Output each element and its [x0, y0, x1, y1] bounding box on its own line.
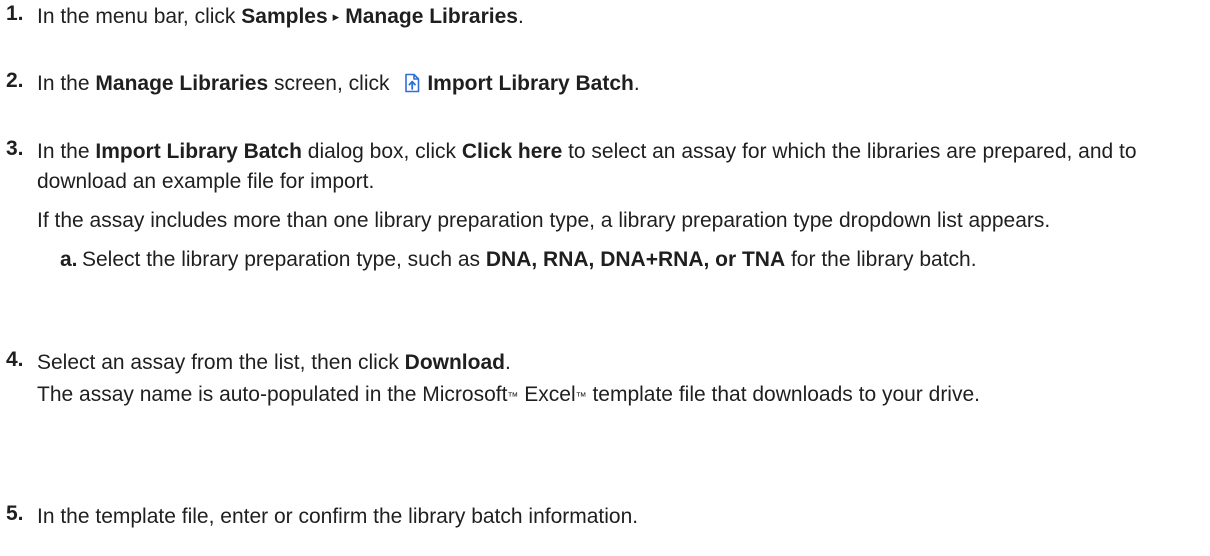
step-text: In the menu bar, click Samples ▸ Manage Li…: [37, 2, 1200, 32]
substep-text-2: for the library batch.: [785, 248, 977, 271]
step-text: Select an assay from the list, then clic…: [37, 348, 1200, 412]
step-3-text-2: dialog box, click: [301, 140, 462, 163]
import-library-batch-label: Import Library Batch: [427, 72, 634, 95]
substep-letter: a.: [60, 248, 78, 271]
step-5: 5. In the template file, enter or confir…: [0, 502, 1200, 532]
step-1-text: In the menu bar, click: [37, 5, 242, 28]
import-file-icon: [401, 72, 423, 94]
manage-libraries-screen-label: Manage Libraries: [95, 72, 269, 95]
step-number: 2.: [6, 69, 24, 92]
step-text: In the Manage Libraries screen, click Im…: [37, 69, 1200, 99]
step-4: 4. Select an assay from the list, then c…: [0, 348, 1200, 412]
step-2-text-2: screen, click: [268, 72, 396, 95]
step-2: 2. In the Manage Libraries screen, click…: [0, 69, 1200, 99]
step-1-period: .: [517, 5, 524, 28]
step-text: In the template file, enter or confirm t…: [37, 502, 1200, 532]
step-number: 1.: [6, 2, 24, 25]
step-number: 3.: [6, 137, 24, 160]
step-3-text: In the: [37, 140, 96, 163]
step-4-note: The assay name is auto-populated in the …: [37, 380, 1200, 412]
substep-text: Select the library preparation type, suc…: [82, 248, 486, 271]
step-number: 4.: [6, 348, 24, 371]
prep-types-label: DNA, RNA, DNA+RNA, or TNA: [485, 248, 786, 271]
step-3-note: If the assay includes more than one libr…: [37, 209, 1051, 232]
step-4-period: .: [504, 351, 511, 374]
note-text-3: template file that downloads to your dri…: [586, 383, 980, 406]
step-number: 5.: [6, 502, 24, 525]
step-text: In the Import Library Batch dialog box, …: [37, 137, 1200, 236]
procedure-document: 1. In the menu bar, click Samples ▸ Manage…: [0, 0, 1210, 556]
samples-menu-label: Samples: [241, 5, 328, 28]
step-4-text: Select an assay from the list, then clic…: [37, 351, 405, 374]
step-5-text: In the template file, enter or confirm t…: [37, 505, 639, 528]
import-library-batch-dialog-label: Import Library Batch: [95, 140, 302, 163]
note-text-2: Excel: [518, 383, 576, 406]
substep-a: a. Select the library preparation type, …: [60, 245, 1200, 275]
step-2-period: .: [633, 72, 640, 95]
trademark-symbol: ™: [575, 391, 587, 403]
manage-libraries-menu-label: Manage Libraries: [345, 5, 518, 28]
step-1: 1. In the menu bar, click Samples ▸ Manage…: [0, 2, 1200, 32]
click-here-link-label: Click here: [461, 140, 563, 163]
trademark-symbol: ™: [507, 391, 519, 403]
step-2-text: In the: [37, 72, 96, 95]
menu-separator-icon: ▸: [332, 9, 340, 24]
step-3: 3. In the Import Library Batch dialog bo…: [0, 137, 1200, 275]
download-button-label: Download: [404, 351, 505, 374]
note-text: The assay name is auto-populated in the …: [37, 383, 508, 406]
